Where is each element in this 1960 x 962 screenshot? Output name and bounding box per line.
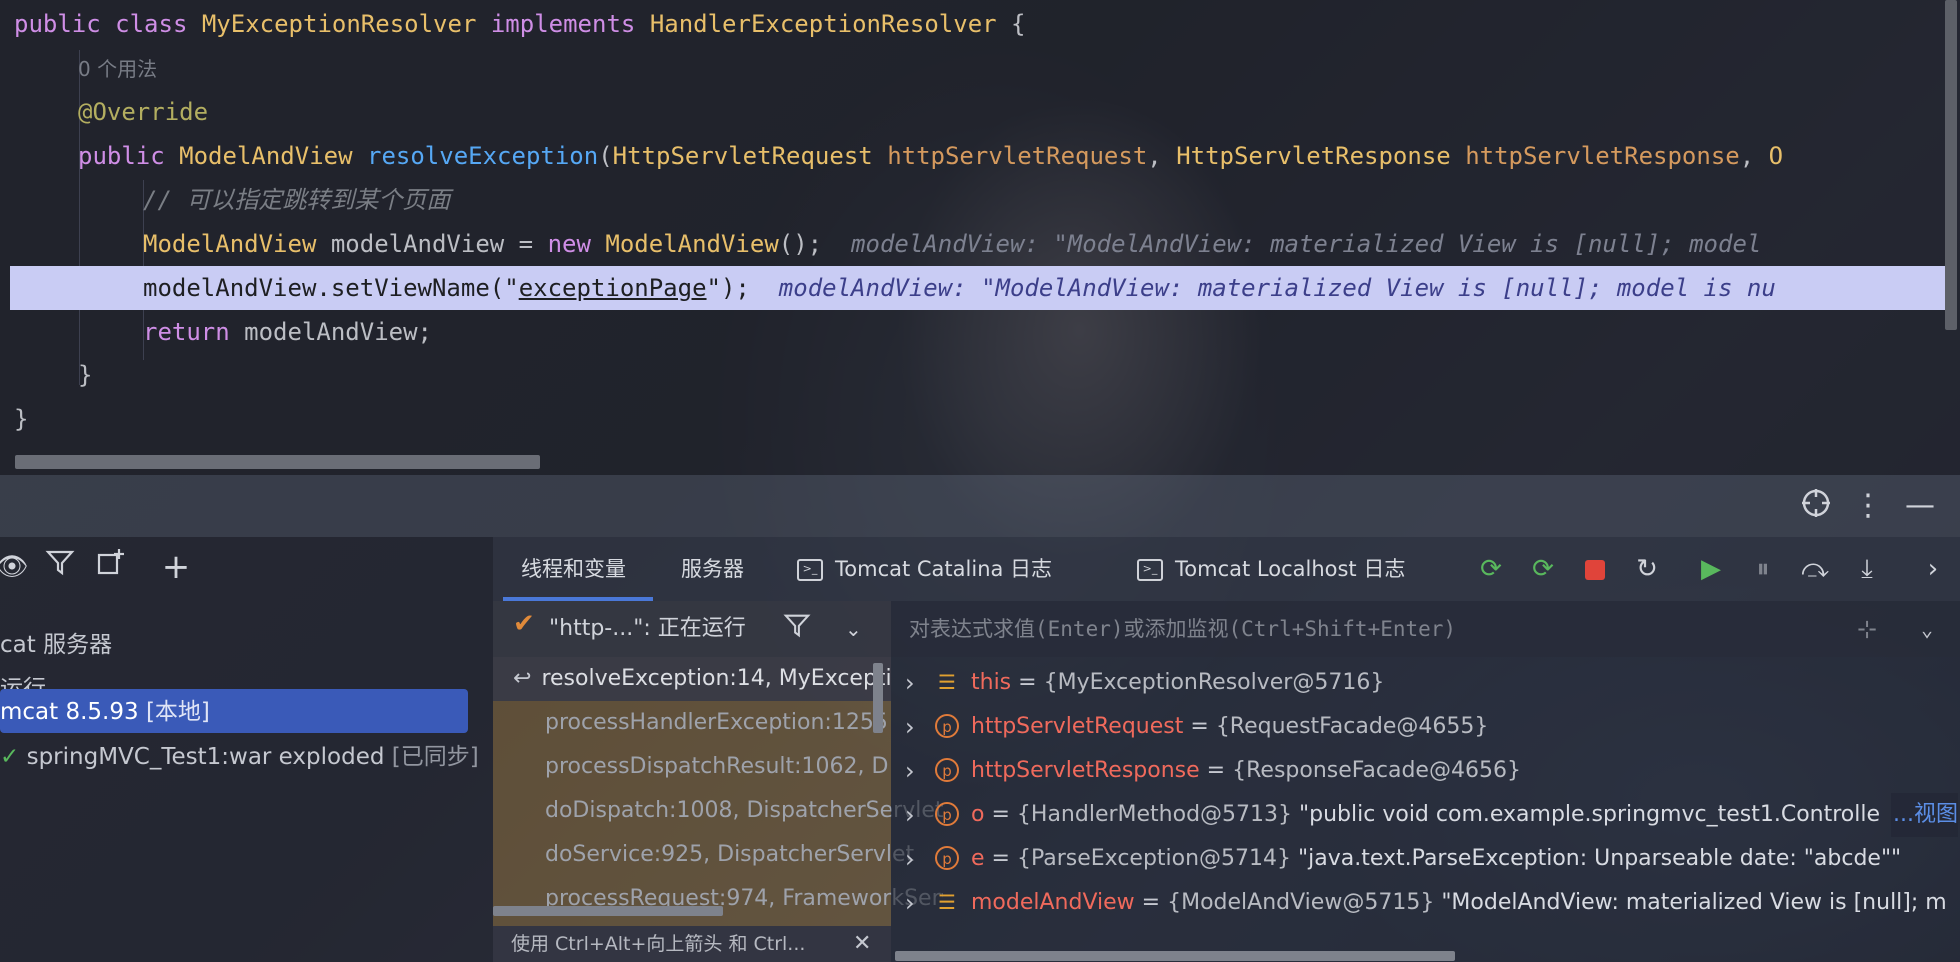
close-icon[interactable]: ✕: [853, 926, 871, 962]
plus-icon[interactable]: +: [156, 547, 196, 587]
stack-frame[interactable]: doDispatch:1008, DispatcherServlet: [493, 789, 943, 833]
expand-chevron-icon[interactable]: ›: [905, 705, 915, 749]
code-line-set-view-name[interactable]: modelAndView.setViewName("exceptionPage"…: [143, 266, 1776, 310]
thread-selector[interactable]: ✔ "http-...": 正在运行 ⌄: [493, 601, 891, 657]
inline-debug-value: modelAndView: "ModelAndView: materialize…: [778, 274, 1776, 302]
services-panel: 👁 + cat 服务器 运行 mcat 8.5.93 [本地] ✓ spring…: [0, 537, 493, 962]
chevron-down-icon[interactable]: ⌄: [1921, 601, 1933, 657]
stack-frame-current[interactable]: ↩resolveException:14, MyExceptionResolve…: [493, 657, 891, 701]
services-toolbar: 👁 +: [0, 537, 493, 597]
terminal-icon: >_: [1137, 559, 1163, 581]
tab-tomcat-catalina-log[interactable]: >_ Tomcat Catalina 日志: [797, 537, 1052, 601]
navigation-hint: 使用 Ctrl+Alt+向上箭头 和 Ctrl... ✕: [493, 926, 891, 962]
field-icon: ☰: [938, 670, 956, 694]
stop-icon[interactable]: [1575, 549, 1615, 589]
variable-row[interactable]: › p httpServletRequest = {RequestFacade@…: [891, 705, 1960, 749]
resume-icon[interactable]: ▶: [1691, 549, 1731, 589]
expand-chevron-icon[interactable]: ›: [905, 881, 915, 925]
code-line-new-modelandview[interactable]: ModelAndView modelAndView = new ModelAnd…: [143, 222, 1761, 266]
parameter-icon: p: [935, 846, 959, 870]
frames-horizontal-scrollbar[interactable]: [493, 906, 723, 916]
checkmark-icon: ✔: [513, 609, 535, 639]
method-close-brace: }: [78, 361, 93, 389]
editor-vertical-scrollbar[interactable]: [1945, 0, 1957, 330]
current-execution-line[interactable]: modelAndView.setViewName("exceptionPage"…: [10, 266, 1950, 310]
restart-icon[interactable]: ↻: [1627, 549, 1667, 589]
rerun-debug-icon[interactable]: ⟳: [1523, 549, 1563, 589]
code-line-method-signature[interactable]: public ModelAndView resolveException(Htt…: [78, 134, 1783, 178]
code-line-1[interactable]: public class MyExceptionResolver impleme…: [14, 2, 1026, 46]
thread-label: "http-...": 正在运行: [549, 616, 746, 641]
expand-chevron-icon[interactable]: ›: [905, 793, 915, 837]
filter-icon[interactable]: [783, 611, 811, 643]
expand-chevron-icon[interactable]: ›: [905, 749, 915, 793]
server-group-item[interactable]: cat 服务器: [0, 625, 112, 665]
inline-debug-value: modelAndView: "ModelAndView: materialize…: [851, 230, 1762, 258]
variables-horizontal-scrollbar[interactable]: [895, 951, 1455, 961]
variable-row[interactable]: › ☰ modelAndView = {ModelAndView@5715} "…: [891, 881, 1960, 925]
step-over-icon[interactable]: ⤼: [1795, 549, 1835, 589]
expand-chevron-icon[interactable]: ›: [905, 837, 915, 881]
variable-row[interactable]: › p httpServletResponse = {ResponseFacad…: [891, 749, 1960, 793]
variable-row[interactable]: › p e = {ParseException@5714} "java.text…: [891, 837, 1960, 881]
parameter-icon: p: [935, 714, 959, 738]
parameter-icon: p: [935, 802, 959, 826]
class-close-brace: }: [14, 405, 29, 433]
add-watch-icon[interactable]: ⊹: [1857, 601, 1877, 657]
chevron-right-icon[interactable]: ›: [1913, 549, 1953, 589]
frames-panel: ✔ "http-...": 正在运行 ⌄ ↩ resolveException:1…: [493, 601, 943, 962]
artifact-item[interactable]: ✓ springMVC_Test1:war exploded [已同步]: [0, 737, 479, 777]
rerun-icon[interactable]: ⟳: [1471, 549, 1511, 589]
usages-lens[interactable]: 0 个用法: [78, 47, 157, 91]
tab-server[interactable]: 服务器: [681, 537, 744, 601]
stack-frame[interactable]: doService:925, DispatcherServlet: [493, 833, 943, 877]
minimize-icon[interactable]: —: [1900, 486, 1940, 526]
filter-icon[interactable]: [40, 547, 80, 587]
tomcat-server-item[interactable]: mcat 8.5.93 [本地]: [0, 692, 210, 732]
frames-vertical-scrollbar[interactable]: [873, 663, 883, 733]
variables-panel: 对表达式求值(Enter)或添加监视(Ctrl+Shift+Enter) ⊹ ⌄…: [891, 601, 1960, 962]
chevron-down-icon[interactable]: ⌄: [845, 601, 862, 657]
code-comment: // 可以指定跳转到某个页面: [143, 186, 451, 214]
step-into-icon[interactable]: ⤓: [1847, 549, 1887, 589]
view-link[interactable]: ...视图: [1891, 793, 1958, 837]
pause-icon[interactable]: ⏸: [1743, 549, 1783, 589]
parameter-icon: p: [935, 758, 959, 782]
tab-threads-variables[interactable]: 线程和变量: [521, 537, 626, 601]
tool-window-header: ⋮ —: [0, 475, 1960, 537]
override-annotation: @Override: [78, 98, 209, 126]
check-icon: ✓: [0, 744, 20, 770]
terminal-icon: >_: [797, 559, 823, 581]
stack-frame[interactable]: processDispatchResult:1062, D: [493, 745, 943, 789]
eye-icon[interactable]: 👁: [0, 547, 32, 587]
field-icon: ☰: [938, 890, 956, 914]
crosshair-icon[interactable]: [1796, 486, 1836, 526]
tab-tomcat-localhost-log[interactable]: >_ Tomcat Localhost 日志: [1137, 537, 1405, 601]
add-service-icon[interactable]: [90, 547, 130, 587]
code-editor[interactable]: public class MyExceptionResolver impleme…: [0, 0, 1960, 475]
editor-horizontal-scrollbar[interactable]: [15, 455, 540, 469]
expand-chevron-icon[interactable]: ›: [905, 661, 915, 705]
evaluate-expression-input[interactable]: 对表达式求值(Enter)或添加监视(Ctrl+Shift+Enter) ⊹ ⌄: [891, 601, 1960, 657]
variable-row[interactable]: › ☰ this = {MyExceptionResolver@5716}: [891, 661, 1960, 705]
more-icon[interactable]: ⋮: [1848, 486, 1888, 526]
return-arrow-icon: ↩: [513, 666, 532, 691]
debugger-tab-bar: 线程和变量 服务器 >_ Tomcat Catalina 日志 >_ Tomcat …: [493, 537, 1960, 601]
code-line-return[interactable]: return modelAndView;: [143, 310, 432, 354]
variable-row[interactable]: › p o = {HandlerMethod@5713} "public voi…: [891, 793, 1960, 837]
